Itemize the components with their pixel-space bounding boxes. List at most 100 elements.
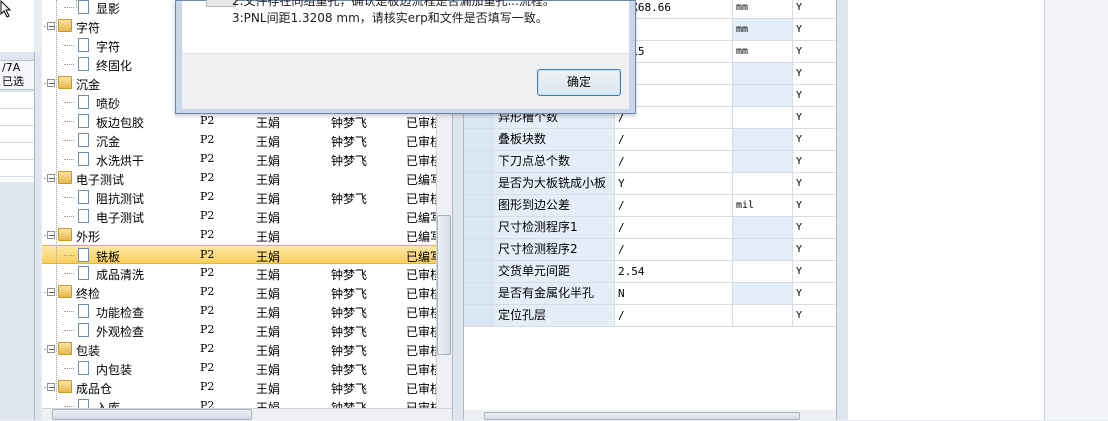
grid-param-value[interactable]: /: [615, 239, 733, 260]
row-selector[interactable]: [464, 195, 496, 216]
left-splitter-handle[interactable]: [34, 52, 41, 420]
grid-row[interactable]: 尺寸检测程序1/ Y: [464, 217, 836, 239]
document-icon: [78, 38, 89, 52]
tree-item-label: 喷砂: [96, 97, 121, 111]
grid-param-flag: Y: [796, 112, 803, 123]
tree-row[interactable]: 沉金 P2 王娟 钟梦飞 已审核: [42, 131, 452, 150]
grid-param-value[interactable]: /: [615, 151, 733, 172]
grid-row[interactable]: 定位孔层 / Y: [464, 305, 836, 327]
tree-row-selected[interactable]: 铣板 P2 王娟 已编写: [42, 245, 452, 264]
tree-vertical-scroll-thumb[interactable]: [437, 215, 451, 355]
row-selector[interactable]: [464, 239, 496, 260]
grid-param-flag: Y: [796, 156, 803, 167]
tree-item-code: P2: [200, 152, 215, 165]
document-icon: [78, 152, 89, 166]
ok-button[interactable]: 确定: [537, 69, 621, 96]
tree-item-label: 电子测试: [76, 173, 125, 187]
document-icon: [78, 57, 89, 71]
tree-item-label: 沉金: [76, 78, 101, 92]
tree-row[interactable]: 电子测试 P2 王娟 已编写: [42, 207, 452, 226]
grid-horizontal-scroll-thumb[interactable]: [484, 412, 800, 420]
document-icon: [78, 209, 89, 223]
grid-row[interactable]: 交货单元间距 2.54 Y: [464, 261, 836, 283]
row-selector[interactable]: [464, 217, 496, 238]
dialog-message-line-2: 3:PNL间距1.3208 mm，请核实erp和文件是否填写一致。: [232, 11, 548, 25]
document-icon: [78, 0, 89, 14]
tree-item-reviewer: 钟梦飞: [331, 116, 368, 130]
grid-row[interactable]: 下刀点总个数 / Y: [464, 151, 836, 173]
document-icon: [78, 248, 89, 262]
tree-item-label: 终固化: [96, 59, 133, 73]
right-splitter-handle[interactable]: [836, 0, 848, 420]
tree-connector: [64, 45, 74, 46]
collapse-toggle-icon[interactable]: −: [47, 79, 55, 88]
left-panel: /7A 已选: [0, 0, 34, 420]
document-icon: [78, 266, 89, 280]
tree-row[interactable]: − 终检 P2 王娟 钟梦飞 已审核: [42, 283, 452, 302]
tree-connector: [64, 159, 74, 160]
grid-param-flag: Y: [796, 266, 803, 277]
tree-row[interactable]: 内包装 P2 王娟 钟梦飞 已审核: [42, 359, 452, 378]
tree-row[interactable]: − 包装 P2 王娟 钟梦飞 已审核: [42, 340, 452, 359]
collapse-toggle-icon[interactable]: −: [47, 383, 55, 392]
row-selector[interactable]: [464, 305, 496, 326]
tree-row[interactable]: 板边包胶 P2 王娟 钟梦飞 已审核: [42, 112, 452, 131]
tree-row[interactable]: 功能检查 P2 王娟 钟梦飞 已审核: [42, 302, 452, 321]
grid-param-unit: [733, 129, 793, 150]
tree-item-code: P2: [200, 114, 215, 127]
grid-row[interactable]: 图形到边公差 / mil Y: [464, 195, 836, 217]
grid-row[interactable]: 叠板块数 / Y: [464, 129, 836, 151]
collapse-toggle-icon[interactable]: −: [47, 174, 55, 183]
grid-param-value[interactable]: Y: [615, 173, 733, 194]
tree-connector: [64, 121, 74, 122]
grid-param-value[interactable]: /: [615, 129, 733, 150]
grid-param-name: 叠板块数: [495, 129, 615, 150]
tree-row[interactable]: 入库 P2 王娟 钟梦飞 已审核: [42, 397, 452, 408]
tree-item-author: 王娟: [256, 306, 281, 320]
row-selector[interactable]: [464, 261, 496, 282]
row-selector[interactable]: [464, 173, 496, 194]
grid-param-unit: [733, 85, 793, 106]
tree-row[interactable]: 外观检查 P2 王娟 钟梦飞 已审核: [42, 321, 452, 340]
tree-item-author: 王娟: [256, 230, 281, 244]
collapse-toggle-icon[interactable]: −: [47, 22, 55, 31]
tree-row[interactable]: 水洗烘干 P2 王娟 钟梦飞 已审核: [42, 150, 452, 169]
tree-row[interactable]: 阻抗测试 P2 王娟 钟梦飞 已审核: [42, 188, 452, 207]
collapse-toggle-icon[interactable]: −: [47, 345, 55, 354]
tree-item-code: P2: [200, 304, 215, 317]
tree-item-label: 内包装: [96, 363, 133, 377]
grid-param-unit: [733, 107, 793, 128]
grid-param-value[interactable]: N: [615, 283, 733, 304]
grid-param-unit: [733, 261, 793, 282]
tree-item-code: P2: [200, 209, 215, 222]
tree-connector: [64, 7, 74, 8]
tree-row[interactable]: − 电子测试 P2 王娟 已编写: [42, 169, 452, 188]
tree-row[interactable]: 成品清洗 P2 王娟 钟梦飞 已审核: [42, 264, 452, 283]
tree-item-code: P2: [200, 285, 215, 298]
tree-horizontal-scroll-thumb[interactable]: [52, 409, 252, 420]
grid-param-value[interactable]: /: [615, 305, 733, 326]
tree-item-label: 功能检查: [96, 306, 145, 320]
grid-param-unit: [733, 217, 793, 238]
row-selector[interactable]: [464, 151, 496, 172]
grid-param-value[interactable]: /: [615, 195, 733, 216]
row-selector[interactable]: [464, 129, 496, 150]
dialog-message-line-1: 2.文件存在同组重孔，确认是板边流程是否漏加重孔...流程。: [232, 0, 555, 8]
tree-connector: [64, 273, 74, 274]
tree-item-author: 王娟: [256, 401, 281, 408]
tree-row[interactable]: − 外形 P2 王娟 已编写: [42, 226, 452, 245]
tree-item-code: P2: [200, 228, 215, 241]
row-selector[interactable]: [464, 283, 496, 304]
grid-param-unit: mil: [733, 195, 793, 216]
grid-row[interactable]: 尺寸检测程序2/ Y: [464, 239, 836, 261]
tree-row[interactable]: − 成品仓 P2 王娟 钟梦飞 已审核: [42, 378, 452, 397]
grid-row[interactable]: 是否有金属化半孔 N Y: [464, 283, 836, 305]
grid-param-value[interactable]: 2.54: [615, 261, 733, 282]
folder-icon: [58, 380, 72, 393]
grid-param-value[interactable]: /: [615, 217, 733, 238]
left-panel-label-2: 已选: [2, 75, 24, 88]
collapse-toggle-icon[interactable]: −: [47, 288, 55, 297]
collapse-toggle-icon[interactable]: −: [47, 231, 55, 240]
grid-row[interactable]: 是否为大板铣成小板 Y Y: [464, 173, 836, 195]
document-icon: [78, 361, 89, 375]
